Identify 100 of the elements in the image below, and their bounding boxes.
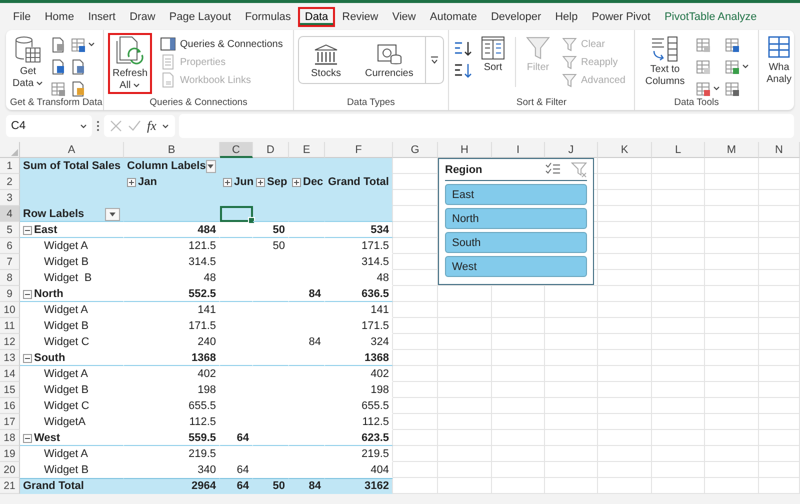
expand-icon[interactable] bbox=[127, 178, 136, 187]
ribbon-tab[interactable]: Page Layout bbox=[162, 6, 238, 26]
column-header[interactable]: F bbox=[325, 142, 393, 158]
row-header[interactable]: 14 bbox=[0, 366, 20, 382]
table-cell bbox=[598, 478, 652, 494]
column-header[interactable]: A bbox=[20, 142, 124, 158]
ribbon-button[interactable]: Refresh All bbox=[108, 33, 152, 94]
row-header[interactable]: 16 bbox=[0, 398, 20, 414]
table-icon[interactable] bbox=[695, 58, 711, 74]
table-icon[interactable] bbox=[70, 36, 86, 52]
check-icon[interactable] bbox=[128, 120, 141, 132]
row-header[interactable]: 1 bbox=[0, 158, 20, 174]
name-box[interactable]: C4 bbox=[6, 115, 92, 137]
sort-grid-icon bbox=[480, 35, 506, 61]
table-cell bbox=[438, 382, 492, 398]
table-icon[interactable] bbox=[50, 80, 66, 96]
ribbon-button[interactable]: Sort bbox=[477, 33, 509, 76]
row-header[interactable]: 4 bbox=[0, 206, 20, 222]
row-header[interactable]: 12 bbox=[0, 334, 20, 350]
column-header[interactable]: D bbox=[253, 142, 289, 158]
row-header[interactable]: 6 bbox=[0, 238, 20, 254]
row-header[interactable]: 11 bbox=[0, 318, 20, 334]
sort-ascending-icon[interactable] bbox=[453, 40, 473, 58]
ribbon-button[interactable]: Queries & Connections bbox=[156, 35, 287, 53]
expand-icon[interactable] bbox=[292, 178, 301, 187]
ribbon-tab[interactable]: Draw bbox=[122, 6, 162, 26]
ribbon-tab[interactable]: View bbox=[385, 6, 423, 26]
table-cell bbox=[705, 430, 759, 446]
column-header[interactable]: K bbox=[598, 142, 652, 158]
ribbon-tab[interactable]: Help bbox=[548, 6, 585, 26]
table-cell-text: 141 bbox=[196, 303, 217, 318]
column-header[interactable]: G bbox=[393, 142, 438, 158]
table-cell bbox=[492, 286, 545, 302]
more-icon[interactable] bbox=[96, 120, 100, 132]
row-header[interactable]: 19 bbox=[0, 446, 20, 462]
expand-icon[interactable] bbox=[256, 178, 265, 187]
collapse-icon[interactable] bbox=[23, 354, 32, 363]
ribbon-tab[interactable]: Formulas bbox=[238, 6, 298, 26]
document-icon[interactable] bbox=[70, 80, 86, 96]
row-header[interactable]: 3 bbox=[0, 190, 20, 206]
ribbon-tab[interactable]: Home bbox=[38, 6, 82, 26]
ribbon-tab[interactable]: Automate bbox=[422, 6, 484, 26]
active-cell[interactable] bbox=[220, 206, 253, 222]
row-header[interactable]: 13 bbox=[0, 350, 20, 366]
ribbon-tab[interactable]: Review bbox=[335, 6, 386, 26]
row-header[interactable]: 8 bbox=[0, 270, 20, 286]
table-icon[interactable] bbox=[724, 58, 740, 74]
collapse-icon[interactable] bbox=[23, 226, 32, 235]
ribbon-tab[interactable]: File bbox=[6, 6, 38, 26]
column-header[interactable]: J bbox=[545, 142, 598, 158]
group-label: Data Types bbox=[346, 97, 396, 110]
row-header[interactable]: 10 bbox=[0, 302, 20, 318]
multi-select-icon[interactable] bbox=[545, 162, 561, 176]
ribbon-tab[interactable]: PivotTable Analyze bbox=[657, 6, 764, 26]
ribbon-button[interactable]: Text to Columns bbox=[639, 33, 691, 90]
row-header[interactable]: 5 bbox=[0, 222, 20, 238]
gallery-button[interactable]: Stocks bbox=[299, 37, 354, 83]
table-cell-text: Widget B bbox=[43, 383, 90, 398]
row-header[interactable]: 2 bbox=[0, 174, 20, 190]
ribbon-button[interactable]: Wha Analy bbox=[763, 33, 795, 88]
column-header[interactable]: N bbox=[759, 142, 800, 158]
row-header[interactable]: 17 bbox=[0, 414, 20, 430]
table-cell bbox=[705, 478, 759, 494]
row-header[interactable]: 20 bbox=[0, 462, 20, 478]
table-cell bbox=[598, 286, 652, 302]
table-cell-text: 219.5 bbox=[187, 447, 217, 462]
expand-icon[interactable] bbox=[223, 178, 232, 187]
slicer-item[interactable]: West bbox=[445, 256, 587, 277]
slicer-item[interactable]: North bbox=[445, 208, 587, 229]
filter-dropdown-button[interactable] bbox=[206, 160, 216, 173]
insert-function-button[interactable]: fx bbox=[147, 118, 156, 134]
slicer-item[interactable]: South bbox=[445, 232, 587, 253]
row-header[interactable]: 7 bbox=[0, 254, 20, 270]
ribbon-tab[interactable]: Power Pivot bbox=[584, 6, 658, 26]
gallery-button[interactable]: Currencies bbox=[353, 37, 426, 83]
column-header[interactable]: I bbox=[492, 142, 545, 158]
table-cell bbox=[393, 446, 438, 462]
column-header[interactable]: M bbox=[705, 142, 759, 158]
gallery-more-icon[interactable] bbox=[430, 55, 440, 65]
slicer-item[interactable]: East bbox=[445, 184, 587, 205]
table-icon[interactable] bbox=[695, 36, 711, 52]
column-header[interactable]: C bbox=[220, 142, 253, 158]
collapse-icon[interactable] bbox=[23, 434, 32, 443]
row-header[interactable]: 18 bbox=[0, 430, 20, 446]
column-header[interactable]: L bbox=[652, 142, 705, 158]
row-header[interactable]: 15 bbox=[0, 382, 20, 398]
column-header[interactable]: B bbox=[124, 142, 220, 158]
table-icon[interactable] bbox=[724, 80, 740, 96]
document-icon[interactable] bbox=[50, 36, 66, 52]
ribbon-button[interactable]: Get Data bbox=[10, 33, 46, 92]
ribbon-tab[interactable]: Data bbox=[298, 6, 336, 26]
ribbon-tab[interactable]: Insert bbox=[81, 6, 123, 26]
row-header[interactable]: 21 bbox=[0, 478, 20, 494]
column-header[interactable]: H bbox=[438, 142, 492, 158]
filter-dropdown-button[interactable] bbox=[105, 208, 120, 221]
collapse-icon[interactable] bbox=[23, 290, 32, 299]
row-header[interactable]: 9 bbox=[0, 286, 20, 302]
table-cell: 198 bbox=[325, 382, 393, 398]
ribbon-tab[interactable]: Developer bbox=[484, 6, 548, 26]
column-header[interactable]: E bbox=[289, 142, 325, 158]
